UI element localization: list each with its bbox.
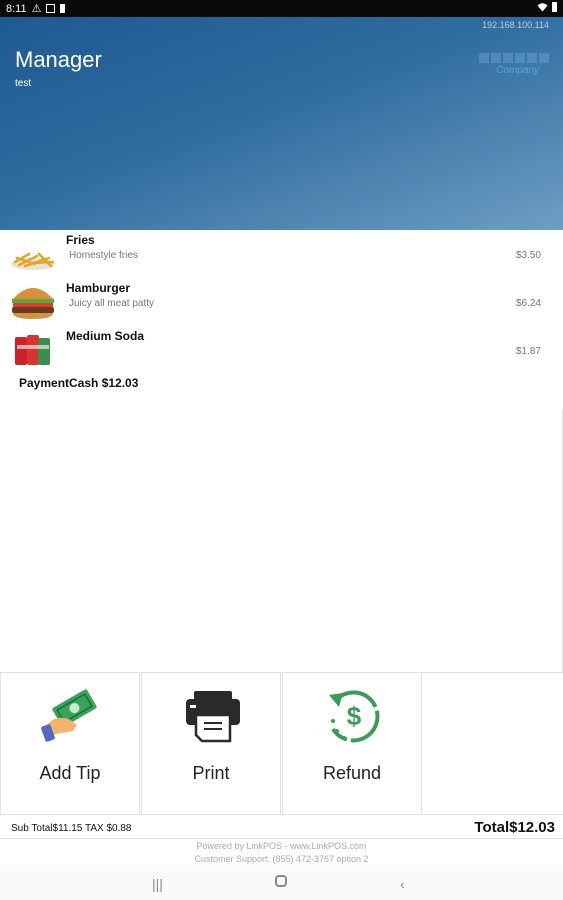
ip-address: 192.168.100.114: [482, 20, 549, 30]
item-name: Fries: [66, 233, 95, 247]
status-bar: 8:11 ⚠: [0, 0, 563, 17]
action-bar: Add Tip Print $ Refund: [0, 672, 563, 814]
item-price: $6.24: [515, 298, 541, 309]
status-time: 8:11: [6, 2, 27, 15]
battery-icon: [552, 2, 557, 12]
list-item[interactable]: Hamburger Juicy all meat patty $6.24: [0, 278, 563, 326]
recent-apps-icon[interactable]: |||: [152, 876, 163, 892]
image-icon: [46, 4, 56, 13]
logo-text: Company: [496, 65, 539, 76]
item-description: Juicy all meat patty: [69, 298, 155, 309]
fries-image: [11, 252, 55, 270]
list-item[interactable]: Medium Soda $1.87: [0, 326, 563, 374]
page-title: Manager: [15, 47, 102, 72]
soda-image: [15, 335, 50, 365]
print-label: Print: [192, 763, 230, 783]
printer-icon: [186, 691, 240, 743]
wifi-icon: [537, 3, 548, 12]
header-banner: 192.168.100.114 Manager test Company: [0, 17, 563, 230]
refund-button[interactable]: $ Refund: [282, 673, 422, 814]
refund-label: Refund: [322, 763, 382, 783]
svg-text:$: $: [347, 701, 362, 731]
home-icon[interactable]: [275, 874, 287, 890]
totals-bar: Sub Total$11.15 TAX $0.88 Total$12.03: [0, 814, 563, 838]
empty-order-area: [0, 410, 563, 672]
item-description: Homestyle fries: [69, 250, 138, 261]
list-item[interactable]: Fries Homestyle fries $3.50: [0, 230, 563, 278]
system-nav-bar: ||| ‹: [0, 866, 563, 900]
total-text: Total$12.03: [474, 819, 555, 836]
add-tip-button[interactable]: Add Tip: [0, 673, 140, 814]
print-button[interactable]: Print: [141, 673, 281, 814]
hamburger-image: [12, 288, 54, 319]
add-tip-label: Add Tip: [39, 763, 101, 783]
company-logo: Company: [477, 53, 549, 81]
payment-summary: PaymentCash $12.03: [19, 376, 139, 390]
refund-icon: $: [329, 690, 380, 743]
warning-icon: ⚠: [31, 3, 42, 15]
item-name: Medium Soda: [66, 329, 145, 343]
money-hand-icon: [41, 689, 97, 742]
footer: Powered by LinkPOS - www.LinkPOS.com Cus…: [0, 838, 563, 866]
back-icon[interactable]: ‹: [400, 876, 405, 892]
powered-by-text: Powered by LinkPOS - www.LinkPOS.com: [196, 841, 367, 851]
battery-small-icon: [60, 4, 66, 13]
item-price: $3.50: [515, 250, 541, 261]
page-subtitle: test: [15, 78, 32, 89]
subtotal-text: Sub Total$11.15 TAX $0.88: [11, 823, 132, 834]
item-name: Hamburger: [66, 281, 131, 295]
item-price: $1.87: [515, 346, 541, 357]
support-text: Customer Support: (855) 472-3767 option …: [194, 854, 369, 864]
order-items-list: Fries Homestyle fries $3.50 Hamburger Ju…: [0, 230, 563, 410]
